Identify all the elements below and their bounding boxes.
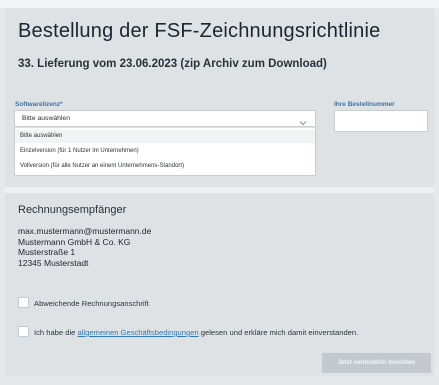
license-dropdown-list: Bitte auswählen Einzelversion (für 1 Nut… xyxy=(14,128,316,176)
recipient-address: max.mustermann@mustermann.de Mustermann … xyxy=(18,226,151,268)
page: Bestellung der FSF-Zeichnungsrichtlinie … xyxy=(0,0,439,385)
recipient-street: Musterstraße 1 xyxy=(18,247,76,257)
order-number-input[interactable] xyxy=(334,110,428,132)
terms-label: Ich habe die allgemeinen Geschäftsbeding… xyxy=(34,328,358,337)
alt-address-checkbox[interactable] xyxy=(18,297,29,308)
recipient-title: Rechnungsempfänger xyxy=(18,204,127,216)
terms-prefix: Ich habe die xyxy=(34,328,78,337)
license-option[interactable]: Vollversion (für alle Nutzer an einem Un… xyxy=(15,160,315,173)
alt-address-label: Abweichende Rechnungsanschrift xyxy=(34,299,149,308)
license-label: Softwarelizenz* xyxy=(15,101,63,108)
terms-checkbox[interactable] xyxy=(18,326,29,337)
page-title: Bestellung der FSF-Zeichnungsrichtlinie xyxy=(18,20,381,42)
license-option[interactable]: Einzelversion (für 1 Nutzer im Unternehm… xyxy=(15,145,315,158)
chevron-down-icon xyxy=(299,114,307,126)
license-select[interactable]: Bitte auswählen xyxy=(14,110,316,127)
order-number-label: Ihre Bestellnummer xyxy=(334,101,395,108)
recipient-email: max.mustermann@mustermann.de xyxy=(18,226,152,236)
license-select-value: Bitte auswählen xyxy=(22,115,70,122)
delivery-subtitle: 33. Lieferung vom 23.06.2023 (zip Archiv… xyxy=(18,58,327,70)
submit-order-button[interactable]: Jetzt verbindlich bestellen xyxy=(322,353,431,373)
recipient-company: Mustermann GmbH & Co. KG xyxy=(18,236,131,247)
terms-suffix: gelesen und erkläre mich damit einversta… xyxy=(198,328,359,337)
terms-link[interactable]: allgemeinen Geschäftsbedingungen xyxy=(78,328,199,337)
top-strip xyxy=(0,0,439,8)
section-divider xyxy=(5,187,434,193)
recipient-city: 12345 Musterstadt xyxy=(18,257,89,268)
license-option[interactable]: Bitte auswählen xyxy=(15,130,315,143)
